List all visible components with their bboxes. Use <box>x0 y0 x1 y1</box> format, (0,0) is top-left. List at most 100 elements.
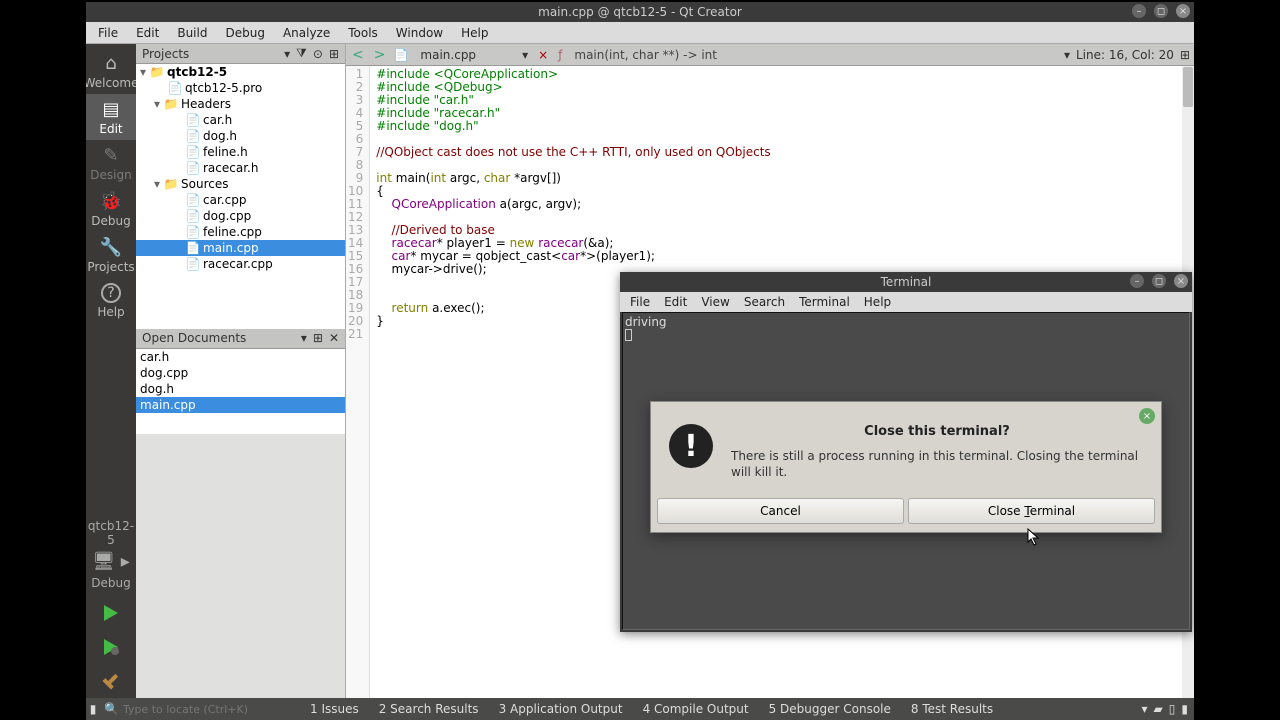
menu-edit[interactable]: Edit <box>128 24 167 42</box>
split-icon[interactable]: ⊞ <box>329 47 339 61</box>
terminal-cursor <box>625 329 632 341</box>
output-tab[interactable]: 8 Test Results <box>901 702 1003 716</box>
open-docs-header: Open Documents ▾ ⊞ ✕ <box>136 329 345 349</box>
dialog-close-button[interactable]: × <box>1139 408 1155 424</box>
exclamation-icon: ! <box>669 424 713 468</box>
toggle-sidebar-icon[interactable]: ▮ <box>86 702 100 716</box>
term-menu-view[interactable]: View <box>695 293 735 311</box>
open-doc-item[interactable]: dog.cpp <box>136 365 345 381</box>
toggle-right-sidebar-icon[interactable]: ▮ <box>1181 702 1188 716</box>
split-editor-icon[interactable]: ⊞ <box>1180 48 1190 62</box>
link-icon[interactable]: ⊙ <box>313 47 323 61</box>
close-terminal-button[interactable]: Close Terminal <box>908 498 1155 524</box>
menubar: File Edit Build Debug Analyze Tools Wind… <box>86 22 1194 44</box>
open-doc-item[interactable]: car.h <box>136 349 345 365</box>
close-file-button[interactable]: × <box>534 48 552 62</box>
output-tab[interactable]: 3 Application Output <box>489 702 633 716</box>
terminal-minimize-button[interactable]: – <box>1130 274 1144 288</box>
terminal-close-button[interactable]: × <box>1174 274 1188 288</box>
term-menu-edit[interactable]: Edit <box>658 293 693 311</box>
tree-node[interactable]: ▾📁qtcb12-5 <box>136 64 345 80</box>
split-icon[interactable]: ⊞ <box>313 331 323 345</box>
build-button[interactable] <box>95 666 127 696</box>
menu-build[interactable]: Build <box>169 24 215 42</box>
term-menu-search[interactable]: Search <box>738 293 791 311</box>
output-bar: ▮ 🔍 1 Issues2 Search Results3 Applicatio… <box>86 698 1194 720</box>
chevron-down-icon[interactable]: ▾ <box>522 48 528 62</box>
monitor-icon: 🖥 ▸ <box>86 551 136 572</box>
wrench-icon: 🔧 <box>100 236 122 258</box>
home-icon: ⌂ <box>100 52 122 74</box>
close-progress-icon[interactable]: ▯ <box>1169 702 1176 716</box>
tree-node[interactable]: 📄dog.h <box>136 128 345 144</box>
tree-node[interactable]: 📄racecar.h <box>136 160 345 176</box>
tree-node[interactable]: 📄feline.cpp <box>136 224 345 240</box>
mode-projects[interactable]: 🔧Projects <box>86 232 136 278</box>
tree-node[interactable]: 📄car.cpp <box>136 192 345 208</box>
terminal-menubar: File Edit View Search Terminal Help <box>620 292 1192 312</box>
project-tree[interactable]: ▾📁qtcb12-5📄qtcb12-5.pro▾📁Headers📄car.h📄d… <box>136 64 345 329</box>
filter-icon[interactable]: ⧩ <box>296 46 307 61</box>
tree-node[interactable]: ▾📁Headers <box>136 96 345 112</box>
tree-node[interactable]: 📄qtcb12-5.pro <box>136 80 345 96</box>
cancel-button[interactable]: Cancel <box>657 498 904 524</box>
menu-debug[interactable]: Debug <box>217 24 272 42</box>
nav-back-button[interactable]: < <box>350 47 366 63</box>
output-tab[interactable]: 4 Compile Output <box>633 702 759 716</box>
run-button[interactable] <box>95 598 127 628</box>
mode-design: ✎Design <box>86 140 136 186</box>
output-tab[interactable]: 1 Issues <box>300 702 369 716</box>
dialog-message: There is still a process running in this… <box>731 449 1143 480</box>
menu-analyze[interactable]: Analyze <box>275 24 338 42</box>
nav-fwd-button[interactable]: > <box>372 47 388 63</box>
projects-header: Projects ▾ ⧩ ⊙ ⊞ <box>136 44 345 64</box>
line-col-indicator[interactable]: Line: 16, Col: 20 <box>1076 48 1174 62</box>
output-tab[interactable]: 5 Debugger Console <box>759 702 901 716</box>
terminal-maximize-button[interactable]: ◻ <box>1152 274 1166 288</box>
terminal-title: Terminal <box>881 275 932 289</box>
mode-help[interactable]: ?Help <box>86 278 136 324</box>
close-terminal-dialog: × ! Close this terminal? There is still … <box>650 401 1162 533</box>
tree-node[interactable]: 📄main.cpp <box>136 240 345 256</box>
menu-window[interactable]: Window <box>388 24 451 42</box>
close-panel-icon[interactable]: ✕ <box>329 331 339 345</box>
menu-file[interactable]: File <box>90 24 126 42</box>
locator-input[interactable] <box>123 703 283 716</box>
output-tab[interactable]: 2 Search Results <box>369 702 489 716</box>
file-icon: 📄 <box>393 48 408 62</box>
term-menu-help[interactable]: Help <box>858 293 897 311</box>
close-button[interactable]: × <box>1176 4 1190 18</box>
run-debug-button[interactable] <box>95 632 127 662</box>
design-icon: ✎ <box>100 144 122 166</box>
chevron-down-icon[interactable]: ▾ <box>1064 48 1070 62</box>
menu-tools[interactable]: Tools <box>340 24 386 42</box>
chevron-down-icon[interactable]: ▾ <box>301 331 307 345</box>
titlebar[interactable]: main.cpp @ qtcb12-5 - Qt Creator – ◻ × <box>86 2 1194 22</box>
tree-node[interactable]: 📄feline.h <box>136 144 345 160</box>
kit-selector[interactable]: qtcb12-5 🖥 ▸ Debug <box>86 513 136 596</box>
chevron-down-icon[interactable]: ▾ <box>284 47 290 61</box>
tree-node[interactable]: 📄dog.cpp <box>136 208 345 224</box>
terminal-titlebar[interactable]: Terminal – ◻ × <box>620 272 1192 292</box>
tree-node[interactable]: 📄racecar.cpp <box>136 256 345 272</box>
term-menu-terminal[interactable]: Terminal <box>793 293 856 311</box>
mode-welcome[interactable]: ⌂Welcome <box>86 48 136 94</box>
locator[interactable]: 🔍 <box>100 702 300 716</box>
menu-help[interactable]: Help <box>453 24 496 42</box>
open-documents-list[interactable]: car.hdog.cppdog.hmain.cpp <box>136 349 345 434</box>
current-file[interactable]: main.cpp <box>414 48 516 62</box>
window-title: main.cpp @ qtcb12-5 - Qt Creator <box>538 5 742 19</box>
func-icon: ƒ <box>558 48 562 62</box>
mode-debug[interactable]: 🐞Debug <box>86 186 136 232</box>
dialog-title: Close this terminal? <box>731 424 1143 439</box>
minimize-button[interactable]: – <box>1132 4 1146 18</box>
open-doc-item[interactable]: main.cpp <box>136 397 345 413</box>
progress-icon[interactable]: ▰ <box>1154 702 1163 716</box>
open-doc-item[interactable]: dog.h <box>136 381 345 397</box>
tree-node[interactable]: 📄car.h <box>136 112 345 128</box>
symbol-selector[interactable]: main(int, char **) -> int <box>568 48 723 62</box>
mode-edit[interactable]: ▤Edit <box>86 94 136 140</box>
tree-node[interactable]: ▾📁Sources <box>136 176 345 192</box>
term-menu-file[interactable]: File <box>624 293 656 311</box>
maximize-button[interactable]: ◻ <box>1154 4 1168 18</box>
